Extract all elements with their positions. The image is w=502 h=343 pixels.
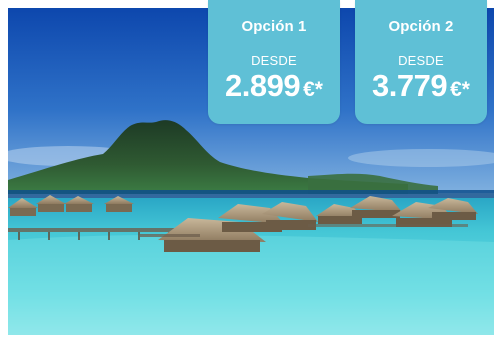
option-1-from-label: DESDE	[251, 53, 297, 68]
option-1-price-currency: €*	[303, 78, 323, 101]
option-2-price-currency: €*	[450, 78, 470, 101]
option-1-price-amount: 2.899	[225, 68, 301, 103]
option-2-title: Opción 2	[388, 18, 454, 35]
option-2-price-amount: 3.779	[372, 68, 448, 103]
option-2-price: 3.779 €*	[355, 69, 487, 109]
option-1-price-card[interactable]: Opción 1 DESDE 2.899 €*	[208, 0, 340, 124]
option-2-from-label: DESDE	[398, 53, 444, 68]
option-2-price-card[interactable]: Opción 2 DESDE 3.779 €*	[355, 0, 487, 124]
option-1-title: Opción 1	[241, 18, 307, 35]
promo-banner: Opción 1 DESDE 2.899 €* Opción 2 DESDE 3.…	[0, 0, 502, 343]
option-1-price: 2.899 €*	[208, 69, 340, 109]
